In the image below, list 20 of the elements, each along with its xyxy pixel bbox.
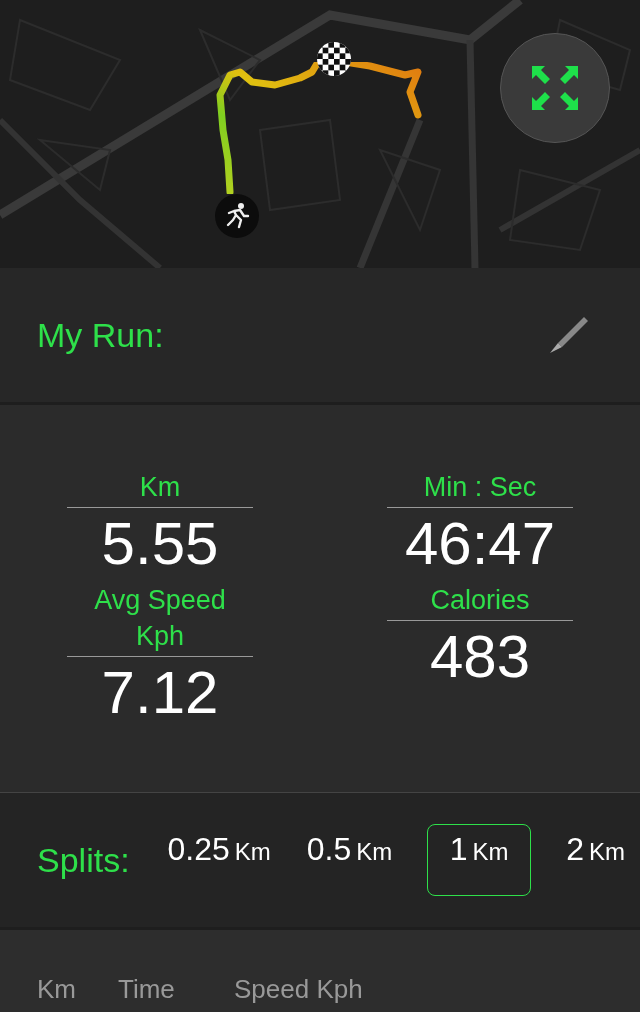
stat-label: Calories: [387, 581, 573, 621]
stat-value: 483: [429, 621, 531, 692]
pencil-icon[interactable]: [548, 315, 590, 355]
column-header: Speed Kph: [234, 973, 363, 1006]
split-option[interactable]: 0.5 Km: [291, 824, 408, 896]
stat-value: 5.55: [101, 508, 219, 579]
split-option[interactable]: 1 Km: [427, 824, 532, 896]
split-option[interactable]: 0.25 Km: [152, 824, 286, 896]
stat-label: Avg Speed Kph: [67, 581, 253, 657]
stat-value: 7.12: [101, 657, 219, 728]
column-header: Time: [118, 973, 176, 1006]
runner-icon: [214, 193, 260, 239]
splits-label: Splits:: [37, 839, 131, 881]
stat-label: Km: [67, 468, 253, 508]
column-header: Km: [37, 973, 77, 1006]
split-option[interactable]: 2 Km: [551, 824, 640, 896]
expand-icon: [532, 66, 578, 110]
stat-label: Min : Sec: [387, 468, 573, 508]
run-title: My Run:: [37, 314, 164, 356]
stat-value: 46:47: [404, 508, 556, 579]
